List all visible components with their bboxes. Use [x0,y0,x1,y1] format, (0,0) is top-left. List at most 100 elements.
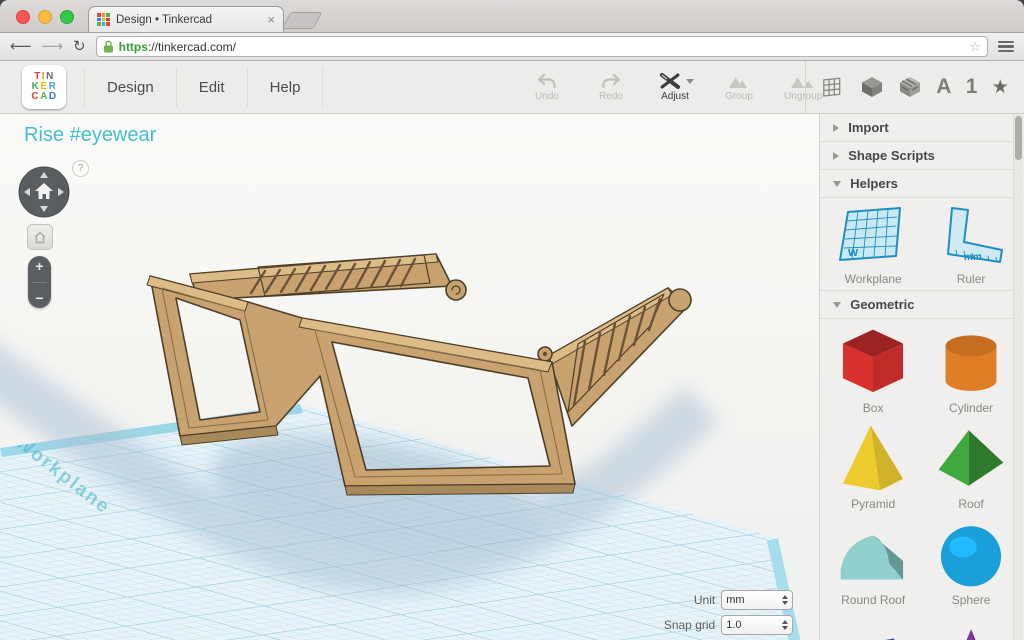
logo-letter: C [31,92,39,102]
shape-workplane[interactable]: w Workplane [824,204,922,286]
shape-pyramid[interactable]: Pyramid [824,421,922,511]
section-label: Import [848,120,888,135]
browser-menu-icon[interactable] [998,41,1014,53]
close-window-button[interactable] [16,10,30,24]
tinkercad-logo[interactable]: TIN KER CAD [22,65,66,109]
ruler-mm-glyph: mm [964,252,982,263]
design-canvas[interactable]: Workplane [0,114,819,640]
menu-edit[interactable]: Edit [177,67,248,107]
url-text: https://tinkercad.com/ [119,40,236,54]
shape-label: Box [863,401,884,415]
box-shape-icon [834,325,912,399]
orbit-navpad[interactable] [18,166,70,218]
shape-label: Ruler [957,272,986,286]
caret-down-icon [686,79,694,84]
sidebar-scrollbar[interactable] [1013,114,1023,640]
shape-cone[interactable] [922,613,1020,640]
adjust-button[interactable]: Adjust [656,72,694,102]
shape-ruler[interactable]: mm Ruler [922,204,1020,286]
shape-label: Pyramid [851,497,895,511]
app-menus: Design Edit Help [84,67,323,107]
section-label: Geometric [850,297,914,312]
address-bar[interactable]: https://tinkercad.com/ ☆ [96,36,988,57]
group-button[interactable]: Group [720,73,758,102]
tinkercad-favicon-icon [97,13,110,26]
viewport-3d[interactable]: Workplane [0,114,819,640]
zoom-in-button[interactable]: + [35,259,43,273]
logo-letter: D [49,92,57,102]
fit-view-button[interactable] [27,224,53,250]
shape-sphere[interactable]: Sphere [922,517,1020,607]
disclosure-triangle-icon [833,181,841,187]
tab-close-icon[interactable]: × [267,13,275,26]
menu-design[interactable]: Design [84,67,177,107]
redo-label: Redo [599,91,623,102]
shape-wedge[interactable] [824,613,922,640]
undo-icon [535,73,559,90]
back-button[interactable]: ⟵ [10,39,32,54]
shape-label: Workplane [845,272,902,286]
unit-label: Unit [694,593,715,607]
help-button[interactable]: ? [72,160,89,177]
snap-grid-label: Snap grid [664,618,715,632]
section-label: Shape Scripts [848,148,935,163]
letters-icon: A [936,75,951,99]
snap-grid-select[interactable]: 1.0 [721,615,793,635]
solid-shapes-tab[interactable] [860,75,884,99]
stepper-icon [782,620,788,630]
https-padlock-icon [103,40,114,53]
letters-tab[interactable]: A [936,75,951,99]
minimize-window-button[interactable] [38,10,52,24]
bookmark-star-icon[interactable]: ☆ [969,39,981,55]
workplane-grid-icon [821,75,845,99]
new-tab-button[interactable] [281,12,322,29]
hole-shapes-tab[interactable] [898,75,922,99]
shape-cylinder[interactable]: Cylinder [922,325,1020,415]
star-icon: ★ [992,76,1009,99]
undo-button[interactable]: Undo [528,73,566,102]
numbers-icon: 1 [966,75,978,99]
group-label: Group [725,91,753,102]
stepper-icon [782,595,788,605]
browser-window: Design • Tinkercad × ⟵ ⟶ ↻ https://tinke… [0,0,1024,640]
adjust-icon [657,72,683,90]
section-import[interactable]: Import [820,114,1024,142]
redo-button[interactable]: Redo [592,73,630,102]
zoom-control: + − [28,256,51,308]
section-helpers[interactable]: Helpers [820,170,1024,198]
glasses-left-temple[interactable] [190,254,466,300]
solid-cube-icon [860,75,884,99]
workplane-grid-tab[interactable] [821,75,845,99]
shape-box[interactable]: Box [824,325,922,415]
ruler-helper-icon: mm [932,204,1010,270]
pyramid-shape-icon [834,421,912,495]
shapes-sidebar: Import Shape Scripts Helpers [819,114,1024,640]
disclosure-triangle-icon [833,124,839,132]
helpers-shapes: w Workplane mm Ruler [820,198,1024,291]
workplane-w-glyph: w [847,244,859,259]
shape-round-roof[interactable]: Round Roof [824,517,922,607]
menu-help[interactable]: Help [248,67,324,107]
snap-grid-value: 1.0 [726,619,741,631]
shape-roof[interactable]: Roof [922,421,1020,511]
section-geometric[interactable]: Geometric [820,291,1024,319]
workplane-helper-icon: w [834,204,912,270]
section-shape-scripts[interactable]: Shape Scripts [820,142,1024,170]
geometric-shapes: Box Cylinder [820,319,1024,640]
favorites-tab[interactable]: ★ [992,76,1009,99]
shape-label: Round Roof [841,593,905,607]
traffic-lights [16,10,74,24]
reload-button[interactable]: ↻ [73,39,86,54]
forward-button[interactable]: ⟶ [42,39,64,54]
cone-shape-icon [932,613,1010,640]
numbers-tab[interactable]: 1 [966,75,978,99]
edit-tools: Undo Redo Adjust [528,61,822,113]
hole-cube-icon [898,75,922,99]
zoom-window-button[interactable] [60,10,74,24]
zoom-out-button[interactable]: − [35,291,43,305]
shape-label: Sphere [952,593,991,607]
browser-tab[interactable]: Design • Tinkercad × [88,6,284,32]
unit-select[interactable]: mm [721,590,793,610]
scrollbar-thumb[interactable] [1015,116,1022,160]
grid-settings: Unit mm Snap grid 1.0 [664,590,793,635]
